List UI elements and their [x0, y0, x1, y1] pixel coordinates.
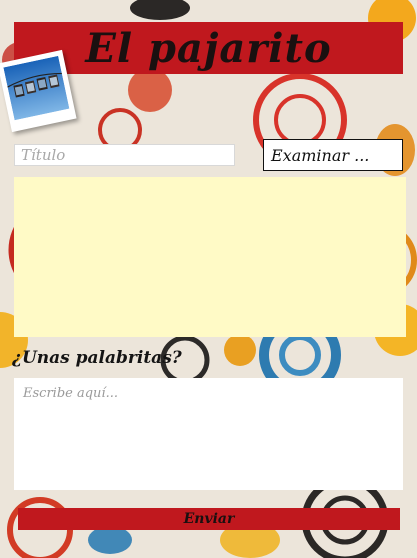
- app-title-bar: El pajarito: [14, 22, 403, 74]
- message-input[interactable]: [14, 378, 403, 490]
- words-label: ¿Unas palabritas?: [12, 348, 182, 368]
- image-preview-area[interactable]: [14, 177, 406, 337]
- send-button[interactable]: Enviar: [18, 508, 400, 530]
- browse-button[interactable]: Examinar ...: [263, 139, 403, 171]
- app-title: El pajarito: [85, 24, 332, 72]
- title-input[interactable]: [14, 144, 235, 166]
